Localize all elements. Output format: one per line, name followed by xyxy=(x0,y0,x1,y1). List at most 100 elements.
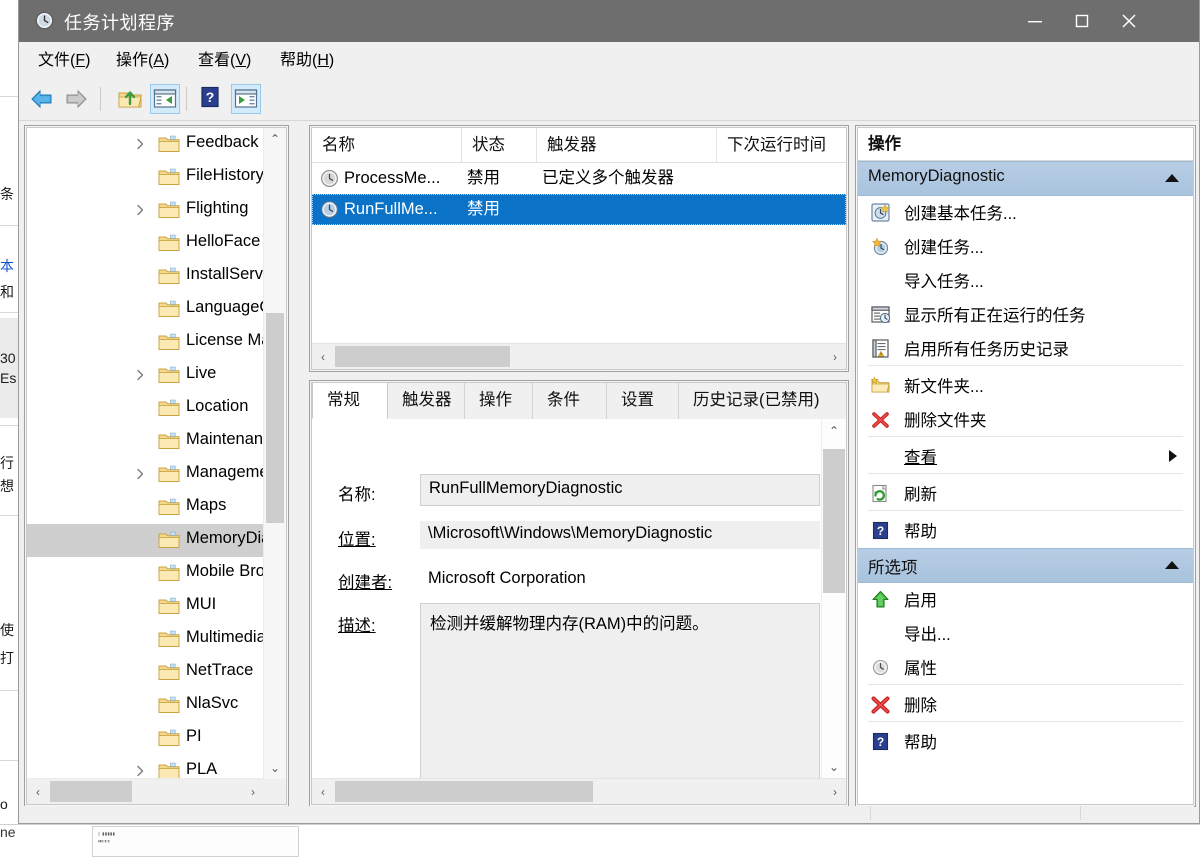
tab-triggers[interactable]: 触发器 xyxy=(388,383,465,419)
scroll-up-icon[interactable]: ⌃ xyxy=(822,419,846,443)
tab-general[interactable]: 常规 xyxy=(312,383,388,419)
tab-conditions[interactable]: 条件 xyxy=(533,383,607,419)
tree-node[interactable]: NetTrace xyxy=(27,656,264,689)
action-enable[interactable]: 启用 xyxy=(858,582,1193,616)
action-import-task[interactable]: 导入任务... xyxy=(858,263,1193,297)
scroll-left-icon[interactable]: ‹ xyxy=(27,779,49,804)
tree-node[interactable]: MemoryDiagnostic xyxy=(27,524,264,557)
action-new-folder[interactable]: 新文件夹... xyxy=(858,368,1193,402)
tab-history[interactable]: 历史记录(已禁用) xyxy=(679,383,844,419)
table-row[interactable]: ProcessMe... 禁用 已定义多个触发器 xyxy=(312,163,846,194)
tree-node[interactable]: Multimedia xyxy=(27,623,264,656)
detail-horizontal-scrollbar[interactable]: ‹ › xyxy=(312,778,846,804)
location-field[interactable]: \Microsoft\Windows\MemoryDiagnostic xyxy=(420,521,820,549)
action-create-basic-task[interactable]: 创建基本任务... xyxy=(858,195,1193,229)
tree-node-label: License Manager xyxy=(186,331,264,350)
column-header-name[interactable]: 名称 xyxy=(312,128,462,162)
tree-vertical-scrollbar[interactable]: ⌃ ⌄ xyxy=(263,128,286,779)
chevron-up-icon[interactable] xyxy=(1165,174,1179,182)
show-tree-pane-icon[interactable] xyxy=(150,84,180,114)
tree-node[interactable]: MUI xyxy=(27,590,264,623)
location-label: 位置: xyxy=(338,526,376,550)
tree-node[interactable]: NlaSvc xyxy=(27,689,264,722)
chevron-right-icon[interactable] xyxy=(133,368,147,382)
tree-scroll-thumb[interactable] xyxy=(266,313,284,523)
actions-group-selected-item[interactable]: 所选项 xyxy=(858,548,1193,583)
tree-node-label: NlaSvc xyxy=(186,694,238,713)
help-icon: ? xyxy=(870,520,891,541)
scroll-down-icon[interactable]: ⌄ xyxy=(822,755,846,779)
title-bar: 任务计划程序 xyxy=(19,0,1199,42)
description-field[interactable]: 检测并缓解物理内存(RAM)中的问题。 xyxy=(420,603,820,779)
tree-node[interactable]: Mobile Broadband Accounts xyxy=(27,557,264,590)
detail-vertical-scrollbar[interactable]: ⌃ ⌄ xyxy=(821,419,846,779)
maximize-button[interactable] xyxy=(1058,0,1105,42)
action-create-task[interactable]: 创建任务... xyxy=(858,229,1193,263)
scroll-left-icon[interactable]: ‹ xyxy=(312,344,334,369)
menu-view[interactable]: 查看(V) xyxy=(189,50,260,72)
tree-node[interactable]: PI xyxy=(27,722,264,755)
action-refresh[interactable]: 刷新 xyxy=(858,476,1193,510)
scroll-right-icon[interactable]: › xyxy=(824,779,846,804)
tree-hscroll-thumb[interactable] xyxy=(50,781,132,802)
tree-node[interactable]: Maintenance xyxy=(27,425,264,458)
close-button[interactable] xyxy=(1105,0,1152,42)
back-icon[interactable] xyxy=(27,84,57,114)
scroll-right-icon[interactable]: › xyxy=(824,344,846,369)
column-header-next-run[interactable]: 下次运行时间 xyxy=(717,128,847,162)
tree-node[interactable]: Flighting xyxy=(27,194,264,227)
action-delete-folder[interactable]: 删除文件夹 xyxy=(858,402,1193,436)
table-row[interactable]: RunFullMe... 禁用 xyxy=(312,194,846,225)
detail-hscroll-thumb[interactable] xyxy=(335,781,593,802)
chevron-up-icon[interactable] xyxy=(1165,561,1179,569)
tree-horizontal-scrollbar[interactable]: ‹ › xyxy=(27,778,264,804)
scroll-up-icon[interactable]: ⌃ xyxy=(264,128,286,150)
column-header-triggers[interactable]: 触发器 xyxy=(537,128,717,162)
svg-text:?: ? xyxy=(877,735,884,749)
actions-group-memorydiagnostic[interactable]: MemoryDiagnostic xyxy=(858,161,1193,196)
action-enable-all-task-history[interactable]: 启用所有任务历史记录 xyxy=(858,331,1193,365)
menu-file[interactable]: 文件(F) xyxy=(29,50,99,72)
menu-help[interactable]: 帮助(H) xyxy=(271,50,343,72)
tree-node[interactable]: HelloFace xyxy=(27,227,264,260)
scroll-right-icon[interactable]: › xyxy=(242,779,264,804)
name-field[interactable]: RunFullMemoryDiagnostic xyxy=(420,474,820,506)
forward-icon[interactable] xyxy=(61,84,91,114)
chevron-right-icon[interactable] xyxy=(133,764,147,778)
action-display-running-tasks[interactable]: 显示所有正在运行的任务 xyxy=(858,297,1193,331)
show-action-pane-icon[interactable] xyxy=(231,84,261,114)
action-help[interactable]: ? 帮助 xyxy=(858,513,1193,547)
action-view[interactable]: 查看 xyxy=(858,439,1193,473)
scroll-down-icon[interactable]: ⌄ xyxy=(264,757,286,779)
tree-node[interactable]: Location xyxy=(27,392,264,425)
chevron-right-icon[interactable] xyxy=(133,137,147,151)
scroll-left-icon[interactable]: ‹ xyxy=(312,779,334,804)
tree-node[interactable]: Feedback xyxy=(27,128,264,161)
tree-node[interactable]: LanguageComponents xyxy=(27,293,264,326)
action-help-selected[interactable]: ? 帮助 xyxy=(858,724,1193,758)
tab-actions[interactable]: 操作 xyxy=(465,383,533,419)
tab-settings[interactable]: 设置 xyxy=(607,383,679,419)
action-delete[interactable]: 删除 xyxy=(858,687,1193,721)
tree-node[interactable]: PLA xyxy=(27,755,264,779)
column-header-status[interactable]: 状态 xyxy=(462,128,537,162)
tree-node[interactable]: Management xyxy=(27,458,264,491)
actions-group-title: MemoryDiagnostic xyxy=(868,167,1005,186)
task-list-hscroll-thumb[interactable] xyxy=(335,346,510,367)
action-properties[interactable]: 属性 xyxy=(858,650,1193,684)
tree-node[interactable]: InstallService xyxy=(27,260,264,293)
detail-scroll-thumb[interactable] xyxy=(823,449,845,593)
chevron-right-icon[interactable] xyxy=(133,467,147,481)
menu-action[interactable]: 操作(A) xyxy=(107,50,178,72)
chevron-right-icon[interactable] xyxy=(133,203,147,217)
minimize-button[interactable] xyxy=(1011,0,1058,42)
help-icon[interactable]: ? xyxy=(197,84,227,114)
tree-node[interactable]: FileHistory xyxy=(27,161,264,194)
task-list-horizontal-scrollbar[interactable]: ‹ › xyxy=(312,343,846,369)
up-folder-icon[interactable] xyxy=(115,84,145,114)
tree-node[interactable]: Maps xyxy=(27,491,264,524)
tree-node-label: InstallService xyxy=(186,265,264,284)
tree-node[interactable]: License Manager xyxy=(27,326,264,359)
action-export[interactable]: 导出... xyxy=(858,616,1193,650)
tree-node[interactable]: Live xyxy=(27,359,264,392)
